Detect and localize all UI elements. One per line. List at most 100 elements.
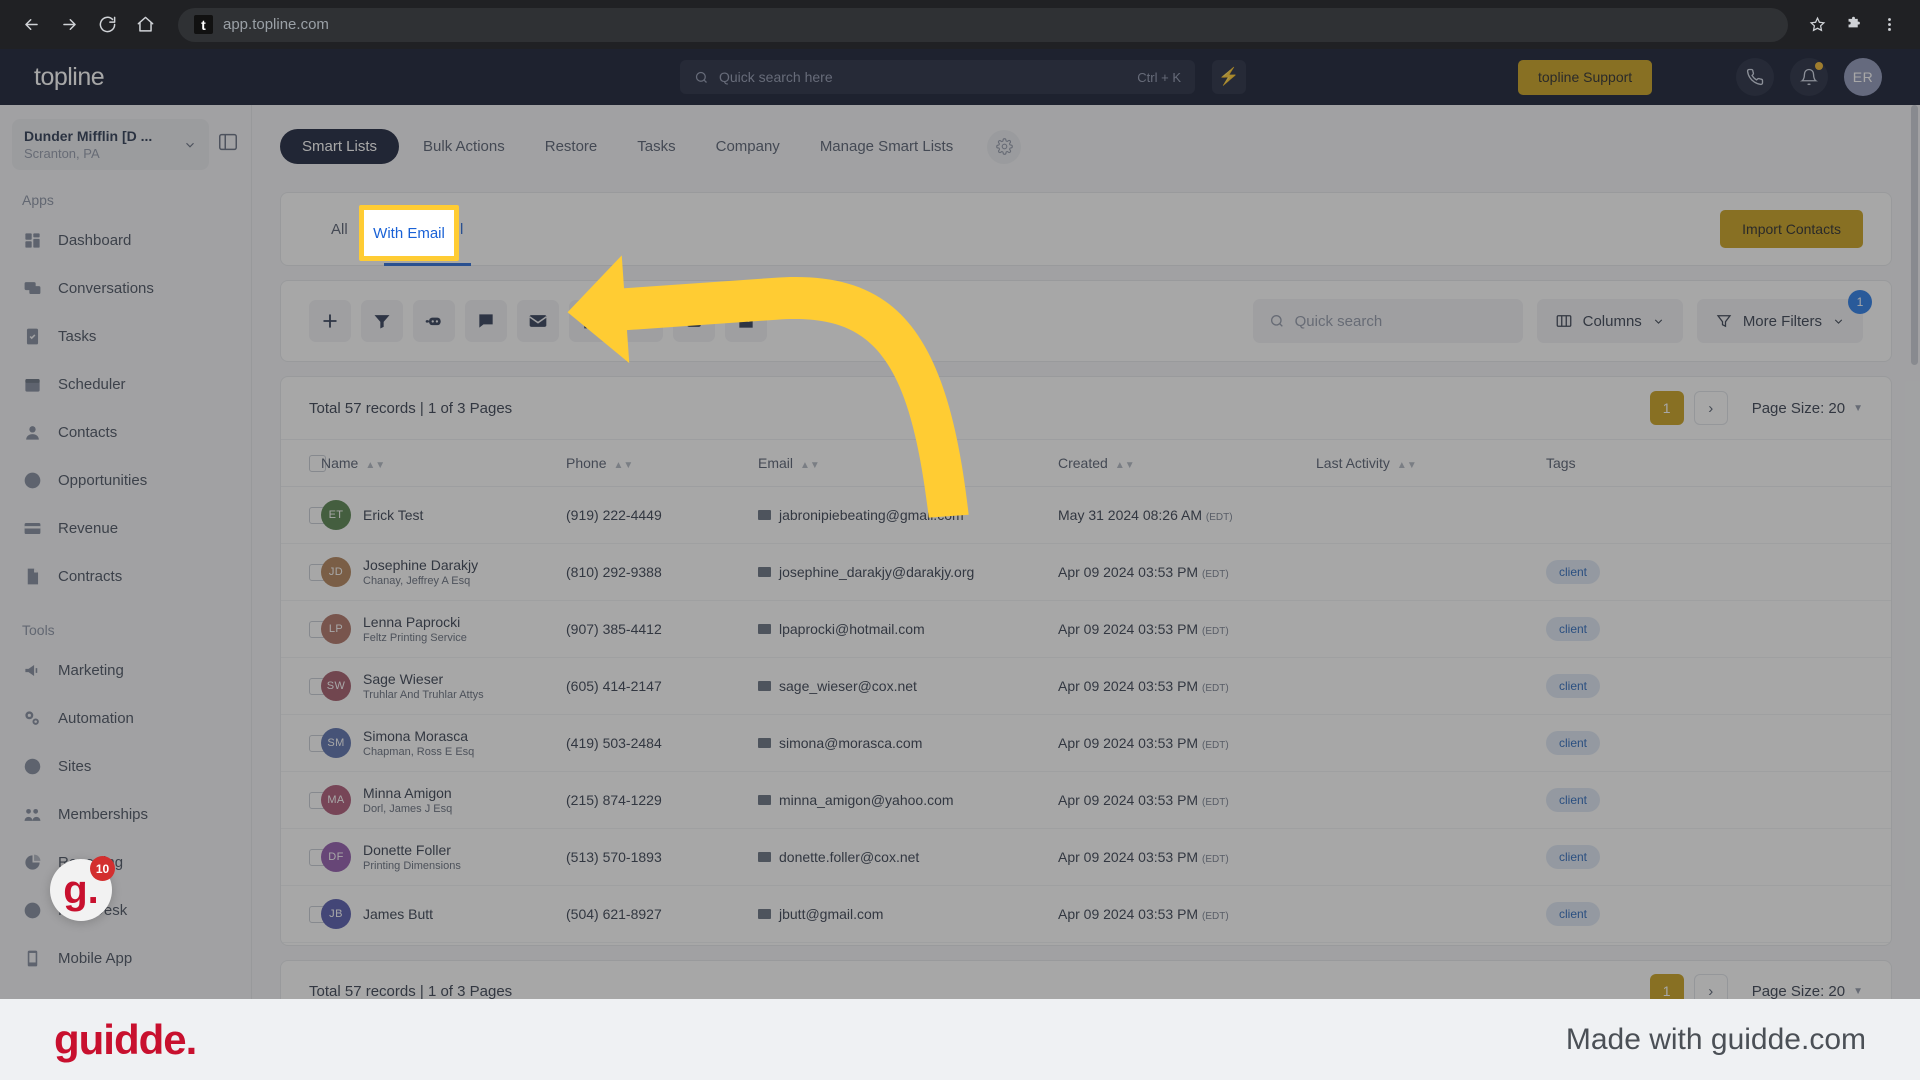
header-email[interactable]: Email ▲▼ [758,439,1058,487]
footer-page-size-selector[interactable]: Page Size: 20 ▼ [1752,983,1863,1000]
company-icon[interactable] [725,300,767,342]
sidebar-item-reporting[interactable]: Reporting [0,838,251,886]
sms-message-icon[interactable] [465,300,507,342]
sidebar-item-revenue[interactable]: Revenue [0,504,251,552]
import-contacts-button[interactable]: Import Contacts [1720,210,1863,248]
tag-chip[interactable]: client [1546,844,1601,869]
table-row[interactable]: SW Sage Wieser Truhlar And Truhlar Attys (6… [281,657,1891,715]
header-label: Last Activity [1316,454,1390,471]
tab-smart-lists[interactable]: Smart Lists [280,129,400,164]
email-icon[interactable] [517,300,559,342]
quick-search-input[interactable]: Quick search [1252,299,1523,343]
browser-forward-button[interactable] [52,8,86,42]
gear-icon[interactable] [987,129,1022,164]
user-avatar[interactable]: ER [1844,58,1882,96]
table-row[interactable]: LP Lenna Paprocki Feltz Printing Service (9… [281,600,1891,658]
row-name-cell: DF Donette Foller Printing Dimensions [321,828,566,886]
sidebar-item-memberships[interactable]: Memberships [0,790,251,838]
bookmark-star-icon[interactable] [1802,10,1832,40]
tag-chip[interactable]: client [1546,559,1601,584]
sidebar-item-help-desk[interactable]: Help Desk [0,886,251,934]
header-tags[interactable]: Tags [1546,439,1891,487]
sidebar-item-contacts[interactable]: Contacts [0,408,251,456]
browser-reload-button[interactable] [90,8,124,42]
browser-back-button[interactable] [14,8,48,42]
more-filters-button[interactable]: More Filters 1 [1696,290,1872,343]
header-created[interactable]: Created ▲▼ [1058,439,1316,487]
table-row[interactable]: JD Josephine Darakjy Chanay, Jeffrey A Esq… [281,543,1891,601]
sidebar-item-mobile-app[interactable]: Mobile App [0,934,251,982]
remove-tag-icon[interactable] [621,300,663,342]
mobile-icon [22,948,42,968]
bot-icon[interactable] [413,300,455,342]
tag-chip[interactable]: client [1546,901,1601,926]
tag-chip[interactable]: client [1546,730,1601,755]
add-tag-icon[interactable] [569,300,611,342]
row-name-cell: MA Minna Amigon Dorl, James J Esq [321,771,566,829]
sidebar-item-label: Scheduler [58,375,126,393]
avatar: LP [321,613,351,644]
footer-page-1-button[interactable]: 1 [1649,974,1684,999]
next-page-button[interactable]: › [1693,391,1728,425]
row-name-cell: LP Lenna Paprocki Feltz Printing Service [321,600,566,658]
export-icon[interactable] [673,300,715,342]
page-size-selector[interactable]: Page Size: 20 ▼ [1752,400,1863,417]
avatar: MA [321,784,351,815]
tab-manage-smart-lists[interactable]: Manage Smart Lists [804,129,969,164]
app-logo[interactable]: topline [34,63,105,92]
tab-restore[interactable]: Restore [529,129,614,164]
table-row[interactable]: ET Erick Test (919) 222-4449 jabronipiebeat… [281,486,1891,544]
browser-address-bar[interactable]: t app.topline.com [178,7,1788,42]
tag-chip[interactable]: client [1546,787,1601,812]
collapse-sidebar-button[interactable] [217,131,239,158]
tab-company[interactable]: Company [700,129,796,164]
sidebar-item-marketing[interactable]: Marketing [0,646,251,694]
sidebar-item-opportunities[interactable]: Opportunities [0,456,251,504]
sort-icon[interactable]: ▲▼ [365,460,385,471]
tag-chip[interactable]: client [1546,673,1601,698]
footer-next-page-button[interactable]: › [1693,974,1728,999]
organization-switcher[interactable]: Dunder Mifflin [D ... Scranton, PA [12,119,209,170]
row-created-cell: Apr 09 2024 03:53 PM (EDT) [1058,543,1316,601]
columns-button[interactable]: Columns [1536,299,1683,343]
sort-icon[interactable]: ▲▼ [613,460,633,471]
sidebar-item-tasks[interactable]: Tasks [0,312,251,360]
guidde-widget-button[interactable]: g. 10 [50,856,115,921]
header-name[interactable]: Name ▲▼ [321,439,566,487]
sidebar-item-contracts[interactable]: Contracts [0,552,251,600]
notifications-bell-icon[interactable] [1790,58,1828,96]
site-favicon: t [194,15,213,34]
tab-tasks[interactable]: Tasks [621,129,691,164]
sidebar-item-conversations[interactable]: Conversations [0,264,251,312]
page-1-button[interactable]: 1 [1649,391,1684,425]
table-row[interactable]: DF Donette Foller Printing Dimensions (513)… [281,828,1891,886]
global-search-input[interactable]: Quick search here Ctrl + K [680,60,1195,94]
row-tags-cell: client [1546,600,1891,658]
row-last-activity-cell [1316,543,1546,601]
sidebar-item-automation[interactable]: Automation [0,694,251,742]
add-contact-icon[interactable] [309,300,351,342]
table-row[interactable]: JB James Butt (504) 621-8927 jbutt@gmail.co… [281,885,1891,943]
browser-home-button[interactable] [128,8,162,42]
filter-icon[interactable] [361,300,403,342]
extensions-puzzle-icon[interactable] [1838,10,1868,40]
support-button[interactable]: topline Support [1518,59,1653,95]
three-dot-menu-icon[interactable] [1874,10,1904,40]
tab-bulk-actions[interactable]: Bulk Actions [407,129,521,164]
sidebar-item-dashboard[interactable]: Dashboard [0,216,251,264]
table-row[interactable]: MA Minna Amigon Dorl, James J Esq (215) 874… [281,771,1891,829]
sidebar-item-label: Conversations [58,279,154,297]
table-row[interactable]: SM Simona Morasca Chapman, Ross E Esq (419)… [281,714,1891,772]
email-icon [758,680,771,691]
highlighted-with-email-tab[interactable]: With Email [359,205,459,261]
header-last-activity[interactable]: Last Activity ▲▼ [1316,439,1546,487]
sidebar-item-sites[interactable]: Sites [0,742,251,790]
sort-icon[interactable]: ▲▼ [1115,460,1135,471]
quick-actions-bolt-icon[interactable]: ⚡ [1212,60,1246,94]
sort-icon[interactable]: ▲▼ [1397,460,1417,471]
phone-icon[interactable] [1736,58,1774,96]
tag-chip[interactable]: client [1546,616,1601,641]
sidebar-item-scheduler[interactable]: Scheduler [0,360,251,408]
sort-icon[interactable]: ▲▼ [800,460,820,471]
header-phone[interactable]: Phone ▲▼ [566,439,758,487]
